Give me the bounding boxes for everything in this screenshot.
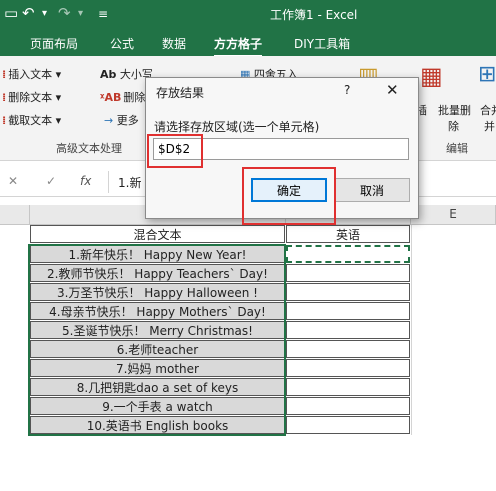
more-button[interactable]: → 更多 [104, 112, 139, 128]
highlight-input-box [147, 134, 203, 168]
case-icon: Ab [100, 68, 117, 81]
close-icon[interactable]: ✕ [386, 81, 399, 99]
customize-toolbar-icon[interactable]: ≡ [98, 7, 108, 21]
batch-delete-icon[interactable]: ▦ [420, 62, 443, 90]
cancel-button[interactable]: 取消 [334, 178, 410, 202]
more-label: 更多 [116, 114, 139, 127]
batch-delete-label: 批量删 [438, 104, 471, 117]
delete-text-label: 删除文本 ▾ [8, 91, 62, 104]
tab-diy-toolbox[interactable]: DIY工具箱 [294, 35, 350, 52]
tab-formulas[interactable]: 公式 [110, 35, 134, 52]
tab-fangfang[interactable]: 方方格子 [214, 35, 263, 57]
empty-cell[interactable] [286, 340, 410, 358]
insert-text-label: 插入文本 ▾ [8, 68, 62, 81]
batch-delete-sub: 除 [448, 120, 459, 133]
empty-cell[interactable] [286, 283, 410, 301]
empty-cell[interactable] [286, 378, 410, 396]
insert-text-icon: ⁞ [2, 68, 7, 81]
formula-divider [108, 171, 109, 193]
title-bar: ▭ ↶ ▾ ↷ ▾ ≡ 工作簿1 - Excel [0, 0, 496, 28]
merge-label: 合并 [480, 104, 496, 117]
dialog-prompt: 请选择存放区域(选一个单元格) [154, 120, 320, 134]
empty-cell[interactable] [286, 359, 410, 377]
formula-content[interactable]: 1.新 [118, 174, 141, 191]
group-edit: 编辑 [446, 142, 468, 155]
extract-text-label: 截取文本 ▾ [8, 114, 62, 127]
delete-space-icon: ᵡAB [100, 91, 122, 104]
merge-icon[interactable]: ⊞ [478, 62, 496, 87]
tab-page-layout[interactable]: 页面布局 [30, 35, 78, 52]
ribbon-tabs: 页面布局 公式 数据 方方格子 DIY工具箱 [0, 28, 496, 57]
tab-data[interactable]: 数据 [162, 35, 186, 52]
undo-icon[interactable]: ↶ [22, 4, 35, 22]
confirm-formula-icon[interactable]: ✓ [46, 174, 56, 188]
extract-text-icon: ⁞ [2, 114, 7, 127]
highlight-ok-box [242, 167, 336, 225]
delete-text-icon: ⁞ [2, 91, 7, 104]
save-icon[interactable]: ▭ [4, 4, 18, 22]
column-header-e[interactable]: E [411, 205, 496, 225]
merge-sub: 并 [484, 120, 495, 133]
redo-dropdown-icon[interactable]: ▾ [78, 8, 83, 19]
empty-cell[interactable] [286, 397, 410, 415]
dialog-title: 存放结果 [156, 86, 205, 100]
insert-text-button[interactable]: ⁞ 插入文本 ▾ [2, 66, 61, 82]
empty-cell[interactable] [286, 302, 410, 320]
selection-range-border [28, 244, 286, 436]
help-icon[interactable]: ? [344, 83, 350, 97]
cancel-formula-icon[interactable]: ✕ [8, 174, 18, 188]
select-all-corner[interactable] [0, 205, 30, 225]
empty-cell[interactable] [286, 416, 410, 434]
delete-text-button[interactable]: ⁞ 删除文本 ▾ [2, 89, 61, 105]
gridline [411, 225, 412, 435]
function-icon[interactable]: fx [80, 174, 91, 188]
document-title: 工作簿1 - Excel [270, 8, 358, 22]
header-cell-english[interactable]: 英语 [286, 225, 410, 243]
undo-dropdown-icon[interactable]: ▾ [42, 8, 47, 19]
group-advanced-text: 高级文本处理 [56, 142, 122, 155]
extract-text-button[interactable]: ⁞ 截取文本 ▾ [2, 112, 61, 128]
redo-icon[interactable]: ↷ [58, 4, 71, 22]
target-cell-d2[interactable] [286, 245, 410, 263]
header-cell-mixed-text[interactable]: 混合文本 [30, 225, 285, 243]
empty-cell[interactable] [286, 264, 410, 282]
empty-cell[interactable] [286, 321, 410, 339]
more-arrow-icon: → [104, 114, 114, 127]
